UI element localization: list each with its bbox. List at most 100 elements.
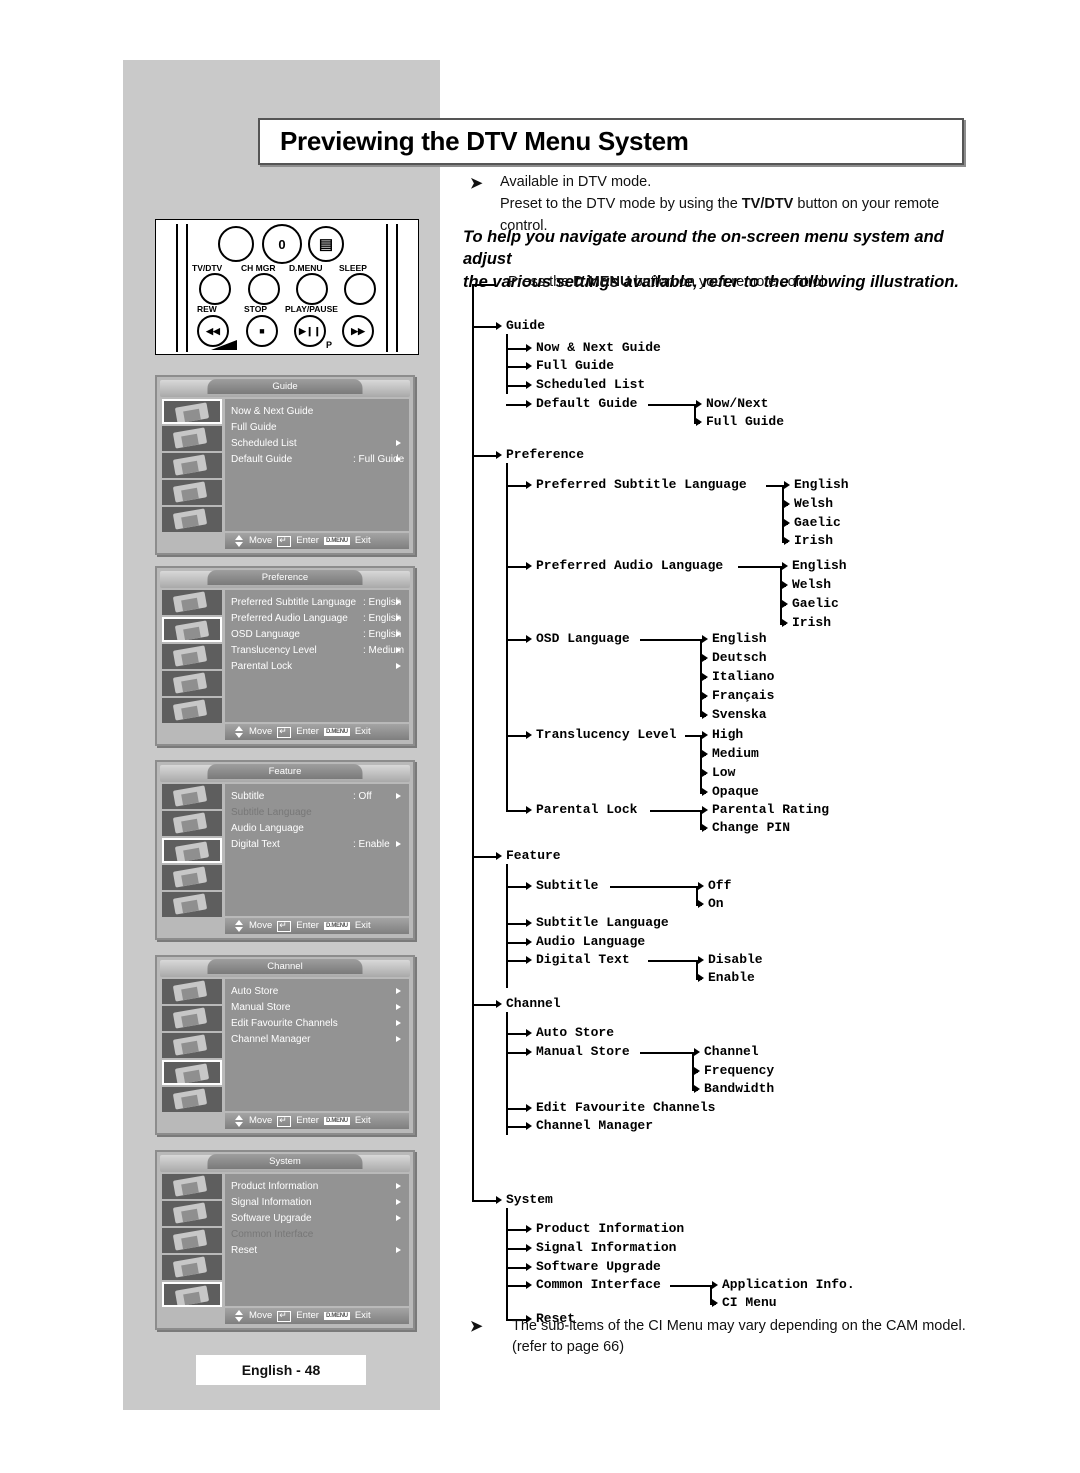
osd-icon-channel[interactable]	[162, 865, 222, 890]
arrow-icon-feature	[496, 852, 502, 860]
tree-feature-c2-line	[506, 942, 526, 944]
osd-icon-guide[interactable]	[162, 399, 222, 424]
osd-row[interactable]: Reset	[231, 1243, 405, 1259]
remote-button-stop[interactable]: ■	[246, 315, 278, 347]
osd-row[interactable]: Auto Store	[231, 984, 405, 1000]
tree-feature-child-0: Subtitle	[536, 878, 599, 893]
osd-row[interactable]: Digital Text: Enable	[231, 837, 405, 853]
osd-icon-guide[interactable]	[162, 979, 222, 1004]
osd-row[interactable]: Scheduled List	[231, 436, 405, 452]
arrow-icon-auto-store	[526, 1029, 532, 1037]
osd-icon-preference[interactable]	[162, 1006, 222, 1031]
osd-row[interactable]: Subtitle: Off	[231, 789, 405, 805]
osd-icon-channel[interactable]	[162, 1255, 222, 1280]
osd-row[interactable]: Manual Store	[231, 1000, 405, 1016]
dmenu-key-icon: D.MENU	[323, 728, 350, 736]
tree-pref-c0-line	[506, 485, 526, 487]
tree-osd-lang-1: Deutsch	[712, 650, 767, 665]
remote-rail-right-inner	[386, 224, 388, 352]
chevron-right-icon	[396, 988, 401, 994]
osd-row[interactable]: Audio Language	[231, 821, 405, 837]
tree-pref-c1-line	[506, 566, 526, 568]
osd-icon-feature[interactable]	[162, 644, 222, 669]
osd-row[interactable]: Channel Manager	[231, 1032, 405, 1048]
osd-row[interactable]: OSD Language: English	[231, 627, 405, 643]
osd-icon-guide[interactable]	[162, 1174, 222, 1199]
osd-icon-preference[interactable]	[162, 617, 222, 642]
remote-button-rew-top[interactable]	[199, 273, 231, 305]
osd-row[interactable]: Parental Lock	[231, 659, 405, 675]
osd-row[interactable]: Software Upgrade	[231, 1211, 405, 1227]
osd-row-label: Subtitle	[231, 791, 265, 802]
preference-thumb-inner	[181, 818, 199, 833]
osd-icon-system[interactable]	[162, 507, 222, 532]
osd-icon-preference[interactable]	[162, 811, 222, 836]
osd-icon-guide[interactable]	[162, 784, 222, 809]
tree-common-interface-child-0: Application Info.	[722, 1277, 855, 1292]
osd-row[interactable]: Default Guide: Full Guide	[231, 452, 405, 468]
chevron-right-icon	[396, 647, 401, 653]
up-down-arrows-icon	[235, 535, 244, 547]
tree-feature-child-2: Audio Language	[536, 934, 646, 949]
chevron-right-icon	[396, 1004, 401, 1010]
root-text-bold: D.MENU	[573, 274, 631, 290]
tree-pref-c3-line	[506, 735, 526, 737]
osd-row[interactable]: Product Information	[231, 1179, 405, 1195]
preference-thumb-inner	[181, 433, 199, 448]
remote-button-tvdtv[interactable]	[218, 226, 254, 262]
osd-icon-preference[interactable]	[162, 1201, 222, 1226]
osd-icon-feature[interactable]	[162, 1228, 222, 1253]
osd-icon-channel[interactable]	[162, 1060, 222, 1085]
remote-button-chmgr[interactable]: 0	[262, 224, 302, 264]
feature-thumb-inner	[181, 1235, 199, 1250]
tree-pref-c2-line	[506, 639, 526, 641]
stop-icon: ■	[259, 326, 265, 336]
osd-row-label: Audio Language	[231, 823, 304, 834]
osd-icon-feature[interactable]	[162, 838, 222, 863]
osd-icon-channel[interactable]	[162, 480, 222, 505]
osd-row[interactable]: Full Guide	[231, 420, 405, 436]
osd-icon-feature[interactable]	[162, 1033, 222, 1058]
osd-icon-system[interactable]	[162, 892, 222, 917]
bullet-arrow-icon: ➤	[470, 1318, 483, 1335]
remote-button-dmenu[interactable]: ▤	[308, 226, 344, 262]
osd-row[interactable]: Preferred Subtitle Language: English	[231, 595, 405, 611]
osd-row[interactable]: Preferred Audio Language: English	[231, 611, 405, 627]
channel-thumb-inner	[183, 1069, 201, 1083]
remote-button-play-top[interactable]	[296, 273, 328, 305]
arrow-icon-subtitle-irish	[784, 537, 790, 545]
arrow-icon-digital-text-enable	[698, 974, 704, 982]
enter-key-icon	[277, 532, 292, 548]
osd-icon-feature[interactable]	[162, 453, 222, 478]
osd-icon-channel[interactable]	[162, 671, 222, 696]
osd-body: Product Information Signal Information S…	[225, 1174, 409, 1306]
osd-icon-system[interactable]	[162, 1087, 222, 1112]
osd-icon-column	[162, 784, 222, 917]
osd-row[interactable]: Edit Favourite Channels	[231, 1016, 405, 1032]
remote-rail-left-outer	[176, 224, 178, 352]
osd-row[interactable]: Now & Next Guide	[231, 404, 405, 420]
osd-icon-guide[interactable]	[162, 590, 222, 615]
osd-row-label: Preferred Audio Language	[231, 613, 348, 624]
arrow-icon-subtitle	[526, 882, 532, 890]
remote-rail-right-outer	[396, 224, 398, 352]
remote-button-stop-top[interactable]	[248, 273, 280, 305]
arrow-icon-osd-italiano	[702, 673, 708, 681]
remote-rail-left-inner	[186, 224, 188, 352]
osd-icon-system[interactable]	[162, 698, 222, 723]
remote-button-playpause[interactable]: ▶❙❙	[294, 315, 326, 347]
remote-button-sleep[interactable]	[344, 273, 376, 305]
osd-panel-preference: Preference Preferred Subtitle Language: …	[155, 566, 415, 746]
dmenu-key-icon: D.MENU	[323, 537, 350, 545]
tree-manual-store-child-0: Channel	[704, 1044, 759, 1059]
remote-button-ff[interactable]: ▶▶	[342, 315, 374, 347]
tree-translucency-1: Medium	[712, 746, 759, 761]
osd-row[interactable]: Signal Information	[231, 1195, 405, 1211]
osd-icon-preference[interactable]	[162, 426, 222, 451]
system-thumb-inner	[181, 1094, 199, 1109]
arrow-icon-translucency-opaque	[702, 788, 708, 796]
tree-guide-child-2: Scheduled List	[536, 377, 646, 392]
osd-icon-system[interactable]	[162, 1282, 222, 1307]
osd-row[interactable]: Translucency Level: Medium	[231, 643, 405, 659]
arrow-icon-application-info	[712, 1281, 718, 1289]
